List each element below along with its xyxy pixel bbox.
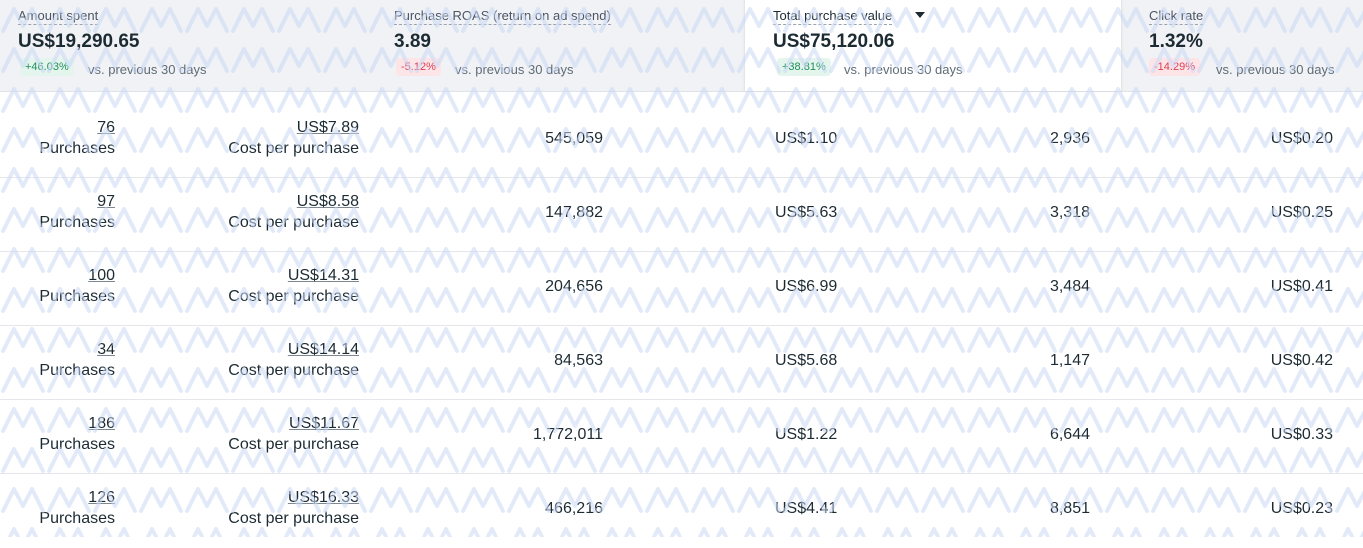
cost-per-purchase-label: Cost per purchase	[228, 436, 359, 453]
impressions-cell: 147,882	[545, 204, 603, 221]
metric-value: 1.32%	[1149, 31, 1203, 52]
metric-label[interactable]: Purchase ROAS (return on ad spend)	[394, 8, 611, 25]
cost-per-purchase-cell: US$7.89 Cost per purchase	[228, 118, 359, 160]
cpc-cell: US$0.25	[1270, 204, 1333, 221]
clicks-cell: 6,644	[1049, 426, 1090, 443]
purchases-count-link[interactable]: 97	[39, 192, 115, 212]
clicks-cell: 1,147	[1049, 352, 1090, 369]
impressions-cell: 466,216	[545, 500, 603, 517]
metric-delta-badge: +38.81%	[777, 58, 831, 76]
purchases-label: Purchases	[39, 436, 115, 453]
caret-down-icon[interactable]	[915, 12, 925, 18]
metric-comparison-text: vs. previous 30 days	[1216, 62, 1335, 77]
cost-per-purchase-label: Cost per purchase	[228, 510, 359, 527]
purchases-count-link[interactable]: 76	[39, 118, 115, 138]
purchases-label: Purchases	[39, 214, 115, 231]
impressions-cell: 1,772,011	[533, 426, 603, 443]
purchases-cell: 97 Purchases	[39, 192, 115, 234]
cpc-cell: US$0.42	[1270, 352, 1333, 369]
purchases-count-link[interactable]: 100	[39, 266, 115, 286]
cpc-cell: US$0.33	[1270, 426, 1333, 443]
purchases-cell: 34 Purchases	[39, 340, 115, 382]
impressions-cell: 545,059	[545, 130, 603, 147]
metric-value: US$75,120.06	[773, 31, 895, 52]
metric-comparison-text: vs. previous 30 days	[455, 62, 574, 77]
purchases-label: Purchases	[39, 510, 115, 527]
purchases-label: Purchases	[39, 362, 115, 379]
purchases-count-link[interactable]: 186	[39, 414, 115, 434]
cost-per-purchase-label: Cost per purchase	[228, 140, 359, 157]
purchases-cell: 126 Purchases	[39, 488, 115, 530]
clicks-cell: 2,936	[1049, 130, 1090, 147]
impressions-cell: 204,656	[545, 278, 603, 295]
metric-amount-spent[interactable]: Amount spent US$19,290.65 +46.03% vs. pr…	[0, 0, 376, 91]
metric-delta-badge: -5.12%	[396, 58, 441, 76]
purchases-label: Purchases	[39, 288, 115, 305]
cpc-cell: US$0.20	[1270, 130, 1333, 147]
cost-per-purchase-cell: US$14.31 Cost per purchase	[228, 266, 359, 308]
cpm-cell: US$4.41	[775, 500, 838, 517]
cpm-cell: US$5.68	[775, 352, 838, 369]
cost-per-purchase-link[interactable]: US$11.67	[228, 414, 359, 434]
ad-performance-table: 76 Purchases US$7.89 Cost per purchase 5…	[0, 104, 1363, 548]
metric-label[interactable]: Amount spent	[18, 8, 99, 25]
clicks-cell: 8,851	[1049, 500, 1090, 517]
cpc-cell: US$0.41	[1270, 278, 1333, 295]
cost-per-purchase-cell: US$8.58 Cost per purchase	[228, 192, 359, 234]
purchases-cell: 100 Purchases	[39, 266, 115, 308]
metric-comparison-text: vs. previous 30 days	[88, 62, 207, 77]
table-row: 34 Purchases US$14.14 Cost per purchase …	[0, 326, 1363, 400]
cost-per-purchase-label: Cost per purchase	[228, 214, 359, 231]
metric-click-rate[interactable]: Click rate 1.32% -14.29% vs. previous 30…	[1120, 0, 1363, 91]
clicks-cell: 3,484	[1049, 278, 1090, 295]
metric-value: US$19,290.65	[18, 31, 140, 52]
table-row: 76 Purchases US$7.89 Cost per purchase 5…	[0, 104, 1363, 178]
purchases-label: Purchases	[39, 140, 115, 157]
cost-per-purchase-link[interactable]: US$16.33	[228, 488, 359, 508]
metric-total-purchase-value[interactable]: Total purchase value US$75,120.06 +38.81…	[744, 0, 1122, 91]
metric-delta-badge: -14.29%	[1149, 58, 1200, 76]
purchases-count-link[interactable]: 34	[39, 340, 115, 360]
cost-per-purchase-link[interactable]: US$14.31	[228, 266, 359, 286]
impressions-cell: 84,563	[554, 352, 603, 369]
metric-delta-badge: +46.03%	[20, 58, 74, 76]
metric-label[interactable]: Total purchase value	[773, 8, 893, 25]
cpc-cell: US$0.23	[1270, 500, 1333, 517]
cost-per-purchase-cell: US$14.14 Cost per purchase	[228, 340, 359, 382]
cpm-cell: US$1.10	[775, 130, 838, 147]
purchases-cell: 76 Purchases	[39, 118, 115, 160]
metric-label[interactable]: Click rate	[1149, 8, 1204, 25]
cost-per-purchase-cell: US$11.67 Cost per purchase	[228, 414, 359, 456]
cpm-cell: US$5.63	[775, 204, 838, 221]
cost-per-purchase-link[interactable]: US$8.58	[228, 192, 359, 212]
table-row: 186 Purchases US$11.67 Cost per purchase…	[0, 400, 1363, 474]
purchases-count-link[interactable]: 126	[39, 488, 115, 508]
metric-purchase-roas[interactable]: Purchase ROAS (return on ad spend) 3.89 …	[376, 0, 744, 91]
cost-per-purchase-label: Cost per purchase	[228, 288, 359, 305]
table-row: 97 Purchases US$8.58 Cost per purchase 1…	[0, 178, 1363, 252]
cost-per-purchase-link[interactable]: US$7.89	[228, 118, 359, 138]
cost-per-purchase-label: Cost per purchase	[228, 362, 359, 379]
purchases-cell: 186 Purchases	[39, 414, 115, 456]
metric-comparison-text: vs. previous 30 days	[844, 62, 963, 77]
cpm-cell: US$6.99	[775, 278, 838, 295]
metric-value: 3.89	[394, 31, 431, 52]
metrics-summary-bar: Amount spent US$19,290.65 +46.03% vs. pr…	[0, 0, 1363, 92]
cost-per-purchase-cell: US$16.33 Cost per purchase	[228, 488, 359, 530]
clicks-cell: 3,318	[1049, 204, 1090, 221]
cpm-cell: US$1.22	[775, 426, 838, 443]
cost-per-purchase-link[interactable]: US$14.14	[228, 340, 359, 360]
table-row: 100 Purchases US$14.31 Cost per purchase…	[0, 252, 1363, 326]
